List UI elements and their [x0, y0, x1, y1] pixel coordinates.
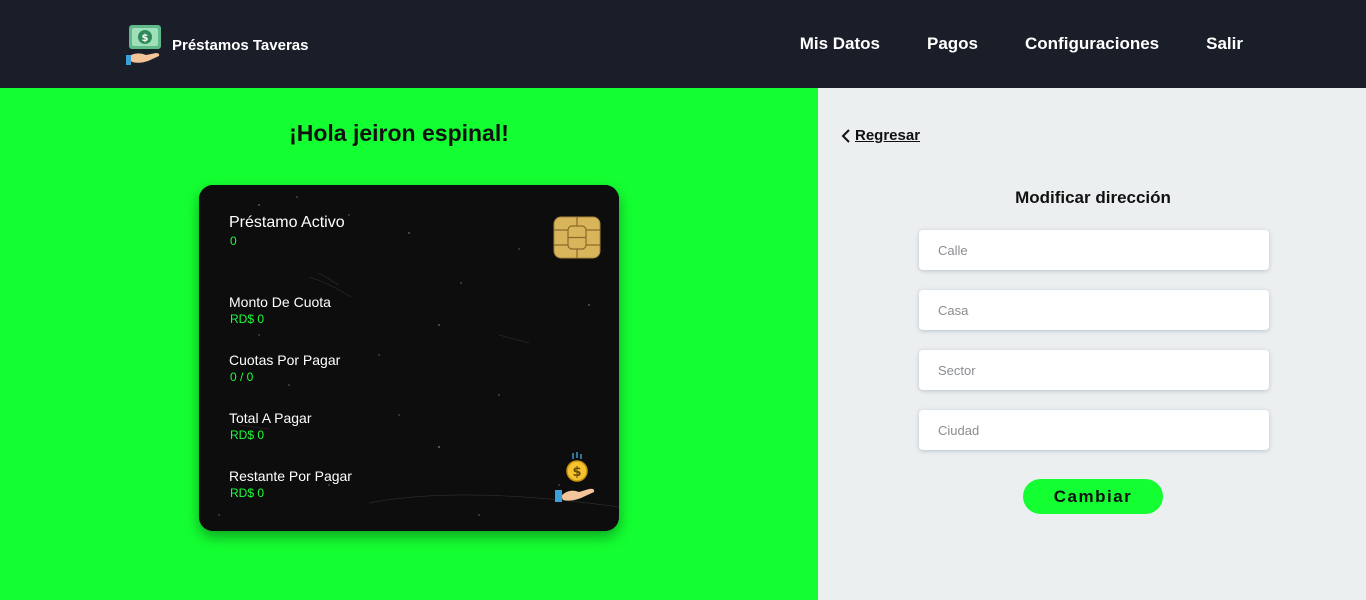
calle-input[interactable] [919, 230, 1269, 270]
coin-hand-icon: $ [555, 452, 595, 502]
svg-text:$: $ [142, 33, 149, 44]
nav-mis-datos[interactable]: Mis Datos [800, 34, 880, 54]
nav-salir[interactable]: Salir [1206, 34, 1243, 54]
address-form-panel: Regresar Modificar dirección Cambiar [818, 88, 1366, 600]
back-link[interactable]: Regresar [840, 127, 920, 144]
card-item-label: Préstamo Activo [229, 214, 345, 231]
card-item-value: RD$ 0 [230, 428, 265, 442]
money-hand-icon: $ [126, 25, 161, 65]
card-item-value: 0 / 0 [230, 370, 254, 384]
nav-configuraciones[interactable]: Configuraciones [1025, 34, 1159, 54]
card-item-pending-installments: Cuotas Por Pagar 0 / 0 [229, 352, 340, 384]
card-item-total: Total A Pagar RD$ 0 [229, 410, 312, 442]
sector-input[interactable] [919, 350, 1269, 390]
chevron-left-icon [841, 128, 850, 143]
card-item-value: 0 [230, 234, 237, 248]
dashboard-panel: ¡Hola jeiron espinal! Préstamo Activo 0 … [0, 88, 818, 600]
card-chip-icon [553, 216, 601, 259]
card-item-remaining: Restante Por Pagar RD$ 0 [229, 468, 352, 500]
svg-text:$: $ [572, 465, 581, 480]
top-navbar: $ Préstamos Taveras Mis Datos Pagos Conf… [0, 0, 1366, 88]
card-item-installment: Monto De Cuota RD$ 0 [229, 294, 331, 326]
card-item-label: Restante Por Pagar [229, 468, 352, 484]
brand-name: Préstamos Taveras [172, 36, 309, 54]
greeting-heading: ¡Hola jeiron espinal! [289, 120, 509, 146]
nav-menu: Mis Datos Pagos Configuraciones Salir [753, 0, 1243, 88]
casa-input[interactable] [919, 290, 1269, 330]
form-title: Modificar dirección [1015, 188, 1171, 207]
cambiar-button[interactable]: Cambiar [1023, 479, 1163, 514]
nav-pagos[interactable]: Pagos [927, 34, 978, 54]
card-item-label: Total A Pagar [229, 410, 312, 426]
card-item-active-loan: Préstamo Activo 0 [229, 214, 345, 248]
card-item-label: Monto De Cuota [229, 294, 331, 310]
brand-link[interactable]: $ Préstamos Taveras [126, 22, 308, 68]
loan-card: Préstamo Activo 0 Monto De Cuota RD$ 0 C… [199, 185, 619, 531]
card-item-label: Cuotas Por Pagar [229, 352, 341, 368]
card-item-value: RD$ 0 [230, 312, 265, 326]
ciudad-input[interactable] [919, 410, 1269, 450]
back-link-label: Regresar [855, 127, 921, 144]
card-item-value: RD$ 0 [230, 486, 265, 500]
